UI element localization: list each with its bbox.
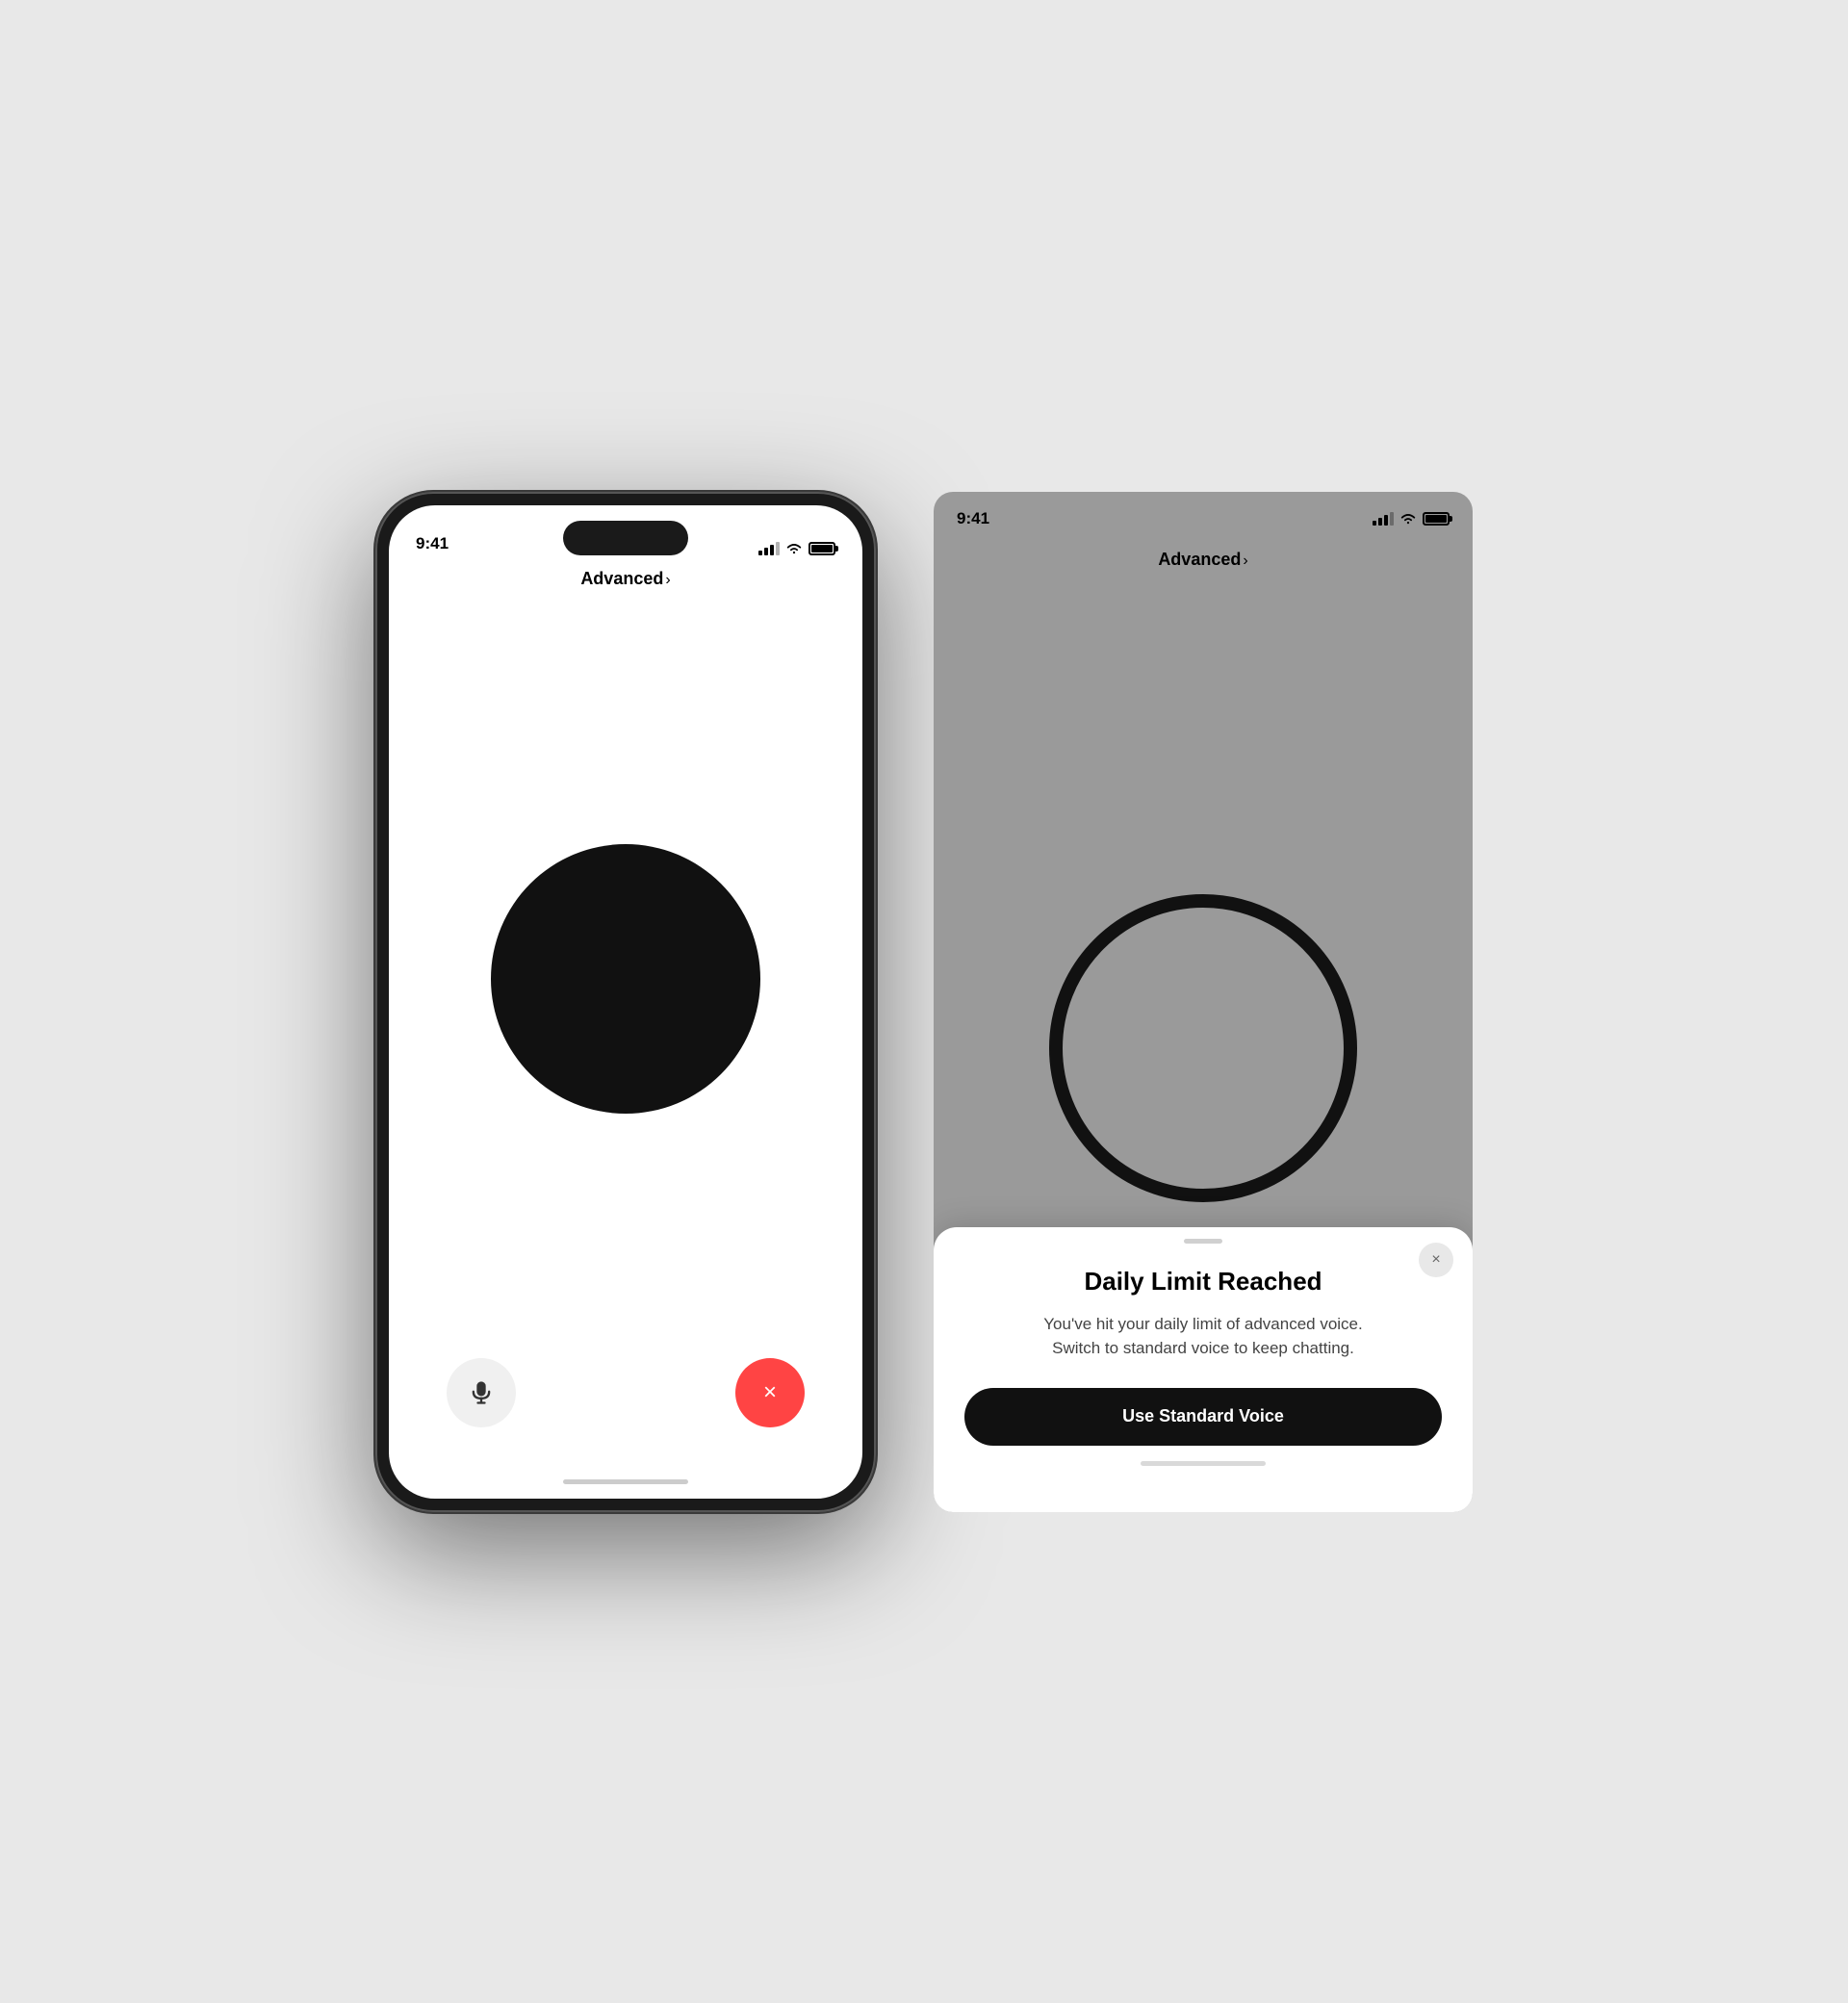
sheet-close-button[interactable]: × (1419, 1243, 1453, 1277)
dynamic-island (563, 521, 688, 555)
phone-screen: 9:41 Advanced› (389, 505, 862, 1499)
iphone-frame: 9:41 Advanced› (375, 492, 876, 1512)
panel-nav-title: Advanced (1158, 550, 1241, 569)
panel-battery-icon (1423, 512, 1450, 526)
phone-main-content (389, 601, 862, 1358)
phone-time: 9:41 (416, 534, 449, 555)
panel-wifi-icon (1399, 512, 1417, 526)
sheet-body-line1: You've hit your daily limit of advanced … (1043, 1315, 1362, 1333)
home-indicator (389, 1466, 862, 1499)
phone-nav[interactable]: Advanced› (389, 563, 862, 601)
bottom-sheet: × Daily Limit Reached You've hit your da… (934, 1227, 1473, 1512)
screenshot-panel: 9:41 Advanced› × (934, 492, 1473, 1512)
sheet-body: You've hit your daily limit of advanced … (964, 1312, 1442, 1361)
microphone-icon (468, 1379, 495, 1406)
sheet-close-icon: × (1431, 1251, 1440, 1269)
wifi-icon (785, 542, 803, 555)
sheet-body-line2: Switch to standard voice to keep chattin… (1052, 1339, 1354, 1357)
stop-button[interactable]: × (735, 1358, 805, 1427)
panel-status-icons (1373, 512, 1450, 526)
voice-orb-outline (1049, 894, 1357, 1202)
phone-nav-chevron: › (665, 572, 670, 588)
panel-status-bar: 9:41 (934, 492, 1473, 546)
status-icons (758, 542, 835, 555)
sheet-title: Daily Limit Reached (964, 1267, 1442, 1297)
panel-time: 9:41 (957, 509, 989, 528)
home-bar (563, 1479, 688, 1484)
battery-icon (808, 542, 835, 555)
panel-home-bar (1141, 1461, 1266, 1466)
panel-nav-chevron: › (1243, 552, 1247, 569)
voice-orb-filled (491, 844, 760, 1114)
panel-signal-icon (1373, 512, 1394, 526)
phone-nav-title: Advanced (580, 569, 663, 588)
sheet-handle (1184, 1239, 1222, 1244)
use-standard-voice-label: Use Standard Voice (1122, 1406, 1284, 1426)
panel-nav[interactable]: Advanced› (934, 546, 1473, 585)
close-icon: × (763, 1381, 777, 1404)
use-standard-voice-button[interactable]: Use Standard Voice (964, 1388, 1442, 1446)
signal-icon (758, 542, 780, 555)
microphone-button[interactable] (447, 1358, 516, 1427)
phone-controls: × (389, 1358, 862, 1466)
